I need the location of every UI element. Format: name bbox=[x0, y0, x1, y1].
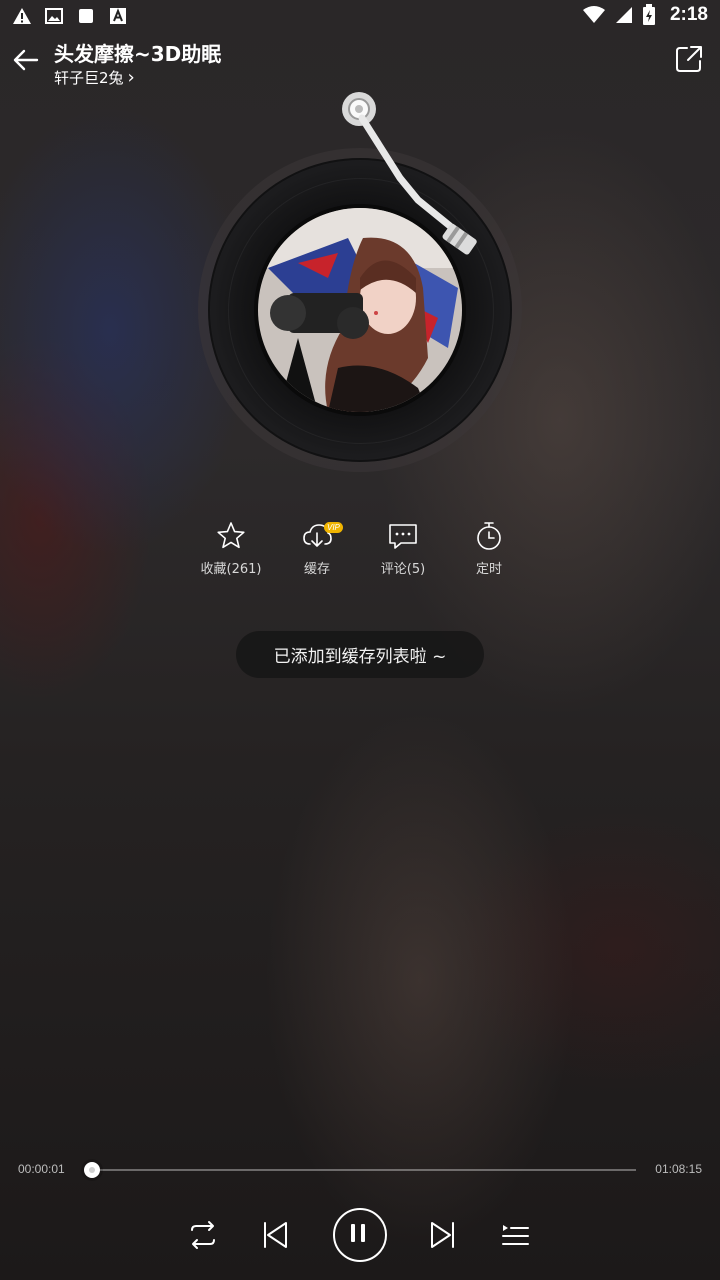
toast-message: 已添加到缓存列表啦 ~ bbox=[236, 631, 484, 678]
progress-thumb[interactable] bbox=[84, 1162, 101, 1178]
tonearm bbox=[342, 92, 477, 255]
playlist-icon[interactable] bbox=[492, 1212, 538, 1258]
action-bar: 收藏(261) VIP 缓存 评论(5) 定时 bbox=[188, 520, 532, 580]
status-right-icons: 2:18 bbox=[582, 4, 708, 26]
timer-icon bbox=[477, 522, 501, 550]
back-arrow-icon[interactable] bbox=[10, 44, 42, 76]
timer-button[interactable]: 定时 bbox=[446, 520, 532, 580]
comment-label: 评论(5) bbox=[380, 562, 426, 577]
pause-icon bbox=[351, 1224, 365, 1242]
elapsed-time: 00:00:01 bbox=[18, 1162, 65, 1176]
image-icon bbox=[45, 8, 63, 24]
artist-link[interactable]: 轩子巨2兔 › bbox=[54, 67, 135, 88]
favorite-button[interactable]: 收藏(261) bbox=[188, 520, 274, 580]
comment-button[interactable]: 评论(5) bbox=[360, 520, 446, 580]
wifi-icon bbox=[582, 6, 605, 23]
timer-label: 定时 bbox=[475, 562, 502, 577]
total-duration: 01:08:15 bbox=[655, 1162, 702, 1176]
battery-icon bbox=[642, 4, 655, 25]
artist-name: 轩子巨2兔 bbox=[54, 69, 124, 87]
next-icon[interactable] bbox=[420, 1212, 466, 1258]
signal-icon bbox=[615, 7, 632, 23]
pause-button[interactable] bbox=[333, 1208, 387, 1262]
cache-label: 缓存 bbox=[303, 562, 330, 577]
toast-text: 已添加到缓存列表啦 ~ bbox=[273, 647, 447, 667]
warning-icon bbox=[13, 8, 31, 24]
square-icon bbox=[79, 9, 93, 23]
vip-badge: VIP bbox=[324, 522, 343, 533]
previous-icon[interactable] bbox=[252, 1212, 298, 1258]
progress-track[interactable] bbox=[90, 1169, 636, 1171]
repeat-icon[interactable] bbox=[180, 1212, 226, 1258]
share-icon[interactable] bbox=[674, 44, 704, 74]
status-bar: 2:18 bbox=[0, 0, 720, 32]
status-left-icons bbox=[12, 6, 128, 26]
font-icon bbox=[110, 8, 126, 24]
track-title: 头发摩擦~3D助眠 bbox=[54, 42, 222, 66]
star-icon bbox=[217, 522, 245, 549]
cache-button[interactable]: VIP 缓存 bbox=[274, 520, 360, 580]
clock: 2:18 bbox=[669, 4, 708, 25]
favorite-label: 收藏(261) bbox=[200, 562, 262, 577]
chevron-right-icon: › bbox=[127, 67, 135, 88]
comment-icon bbox=[389, 524, 417, 549]
